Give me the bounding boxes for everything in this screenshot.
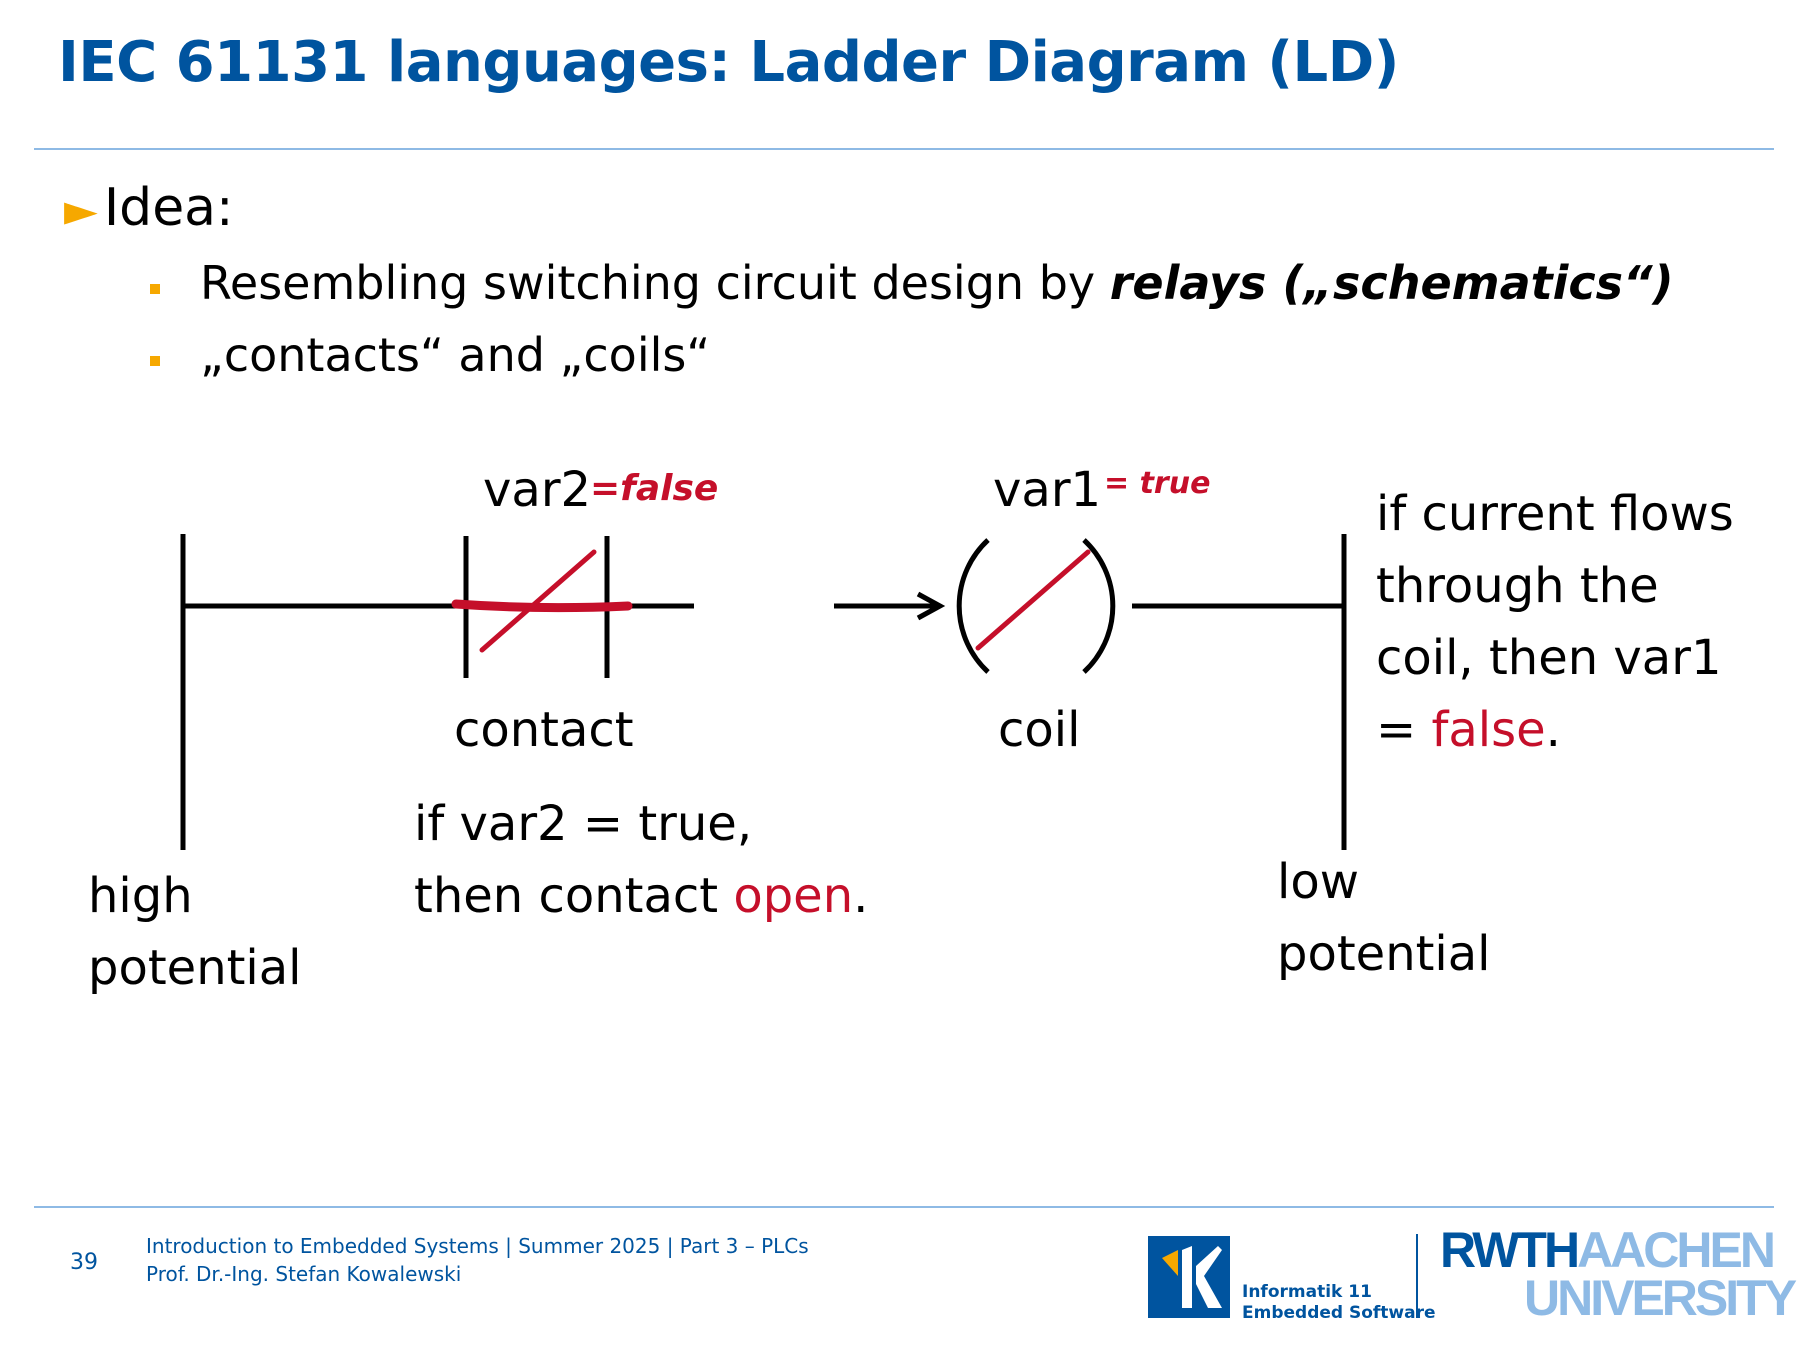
low-label: low: [1277, 854, 1359, 910]
informatik11-label: Informatik 11 Embedded Software: [1242, 1282, 1436, 1324]
var2-label: var2: [483, 462, 592, 518]
low-potential-label: low potential: [1277, 846, 1491, 990]
contact-strike-annotation: [451, 599, 633, 613]
var1-handwritten-note: = true: [1104, 466, 1211, 501]
contact-slash-annotation: [479, 549, 597, 653]
coil-slash-annotation: [975, 549, 1091, 651]
coil-explanation-line4: = false.: [1376, 694, 1734, 766]
contact-explanation-text: then contact: [414, 868, 734, 924]
coil-left-arc: [956, 538, 990, 674]
coil-explanation-line1: if current flows: [1376, 486, 1734, 542]
page-number: 39: [70, 1250, 98, 1275]
informatik11-line2: Embedded Software: [1242, 1303, 1436, 1323]
high-potential-word: potential: [88, 940, 302, 996]
coil-explanation-line2: through the: [1376, 558, 1659, 614]
footer-divider: [34, 1206, 1774, 1208]
high-label: high: [88, 868, 193, 924]
informatik11-logo-icon: [1148, 1236, 1230, 1318]
informatik11-line1: Informatik 11: [1242, 1282, 1372, 1302]
contact-explanation-period: .: [853, 868, 869, 924]
var2-handwritten-note: =false: [590, 468, 719, 509]
coil-explanation-line3: coil, then var1: [1376, 630, 1722, 686]
low-potential-word: potential: [1277, 926, 1491, 982]
coil-explanation: if current flows through the coil, then …: [1376, 478, 1734, 766]
contact-explanation-open: open: [733, 868, 854, 924]
contact-label: contact: [454, 702, 634, 758]
footer-author: Prof. Dr.-Ing. Stefan Kowalewski: [146, 1262, 462, 1286]
coil-explanation-false: false: [1431, 702, 1546, 758]
rwth-logo: RWTHAACHEN UNIVERSITY: [1440, 1225, 1797, 1323]
rwth-logo-university: UNIVERSITY: [1524, 1270, 1797, 1326]
high-potential-label: high potential: [88, 860, 302, 1004]
contact-explanation: if var2 = true, then contact open.: [414, 788, 868, 932]
contact-explanation-line1: if var2 = true,: [414, 796, 753, 852]
coil-right-arc: [1082, 538, 1116, 674]
var1-label: var1: [993, 462, 1102, 518]
coil-explanation-equals: =: [1376, 702, 1432, 758]
coil-explanation-period: .: [1545, 702, 1561, 758]
coil-label: coil: [998, 702, 1081, 758]
logo-separator: [1416, 1234, 1418, 1318]
footer-course: Introduction to Embedded Systems | Summe…: [146, 1234, 809, 1258]
contact-explanation-line2: then contact open.: [414, 860, 868, 932]
